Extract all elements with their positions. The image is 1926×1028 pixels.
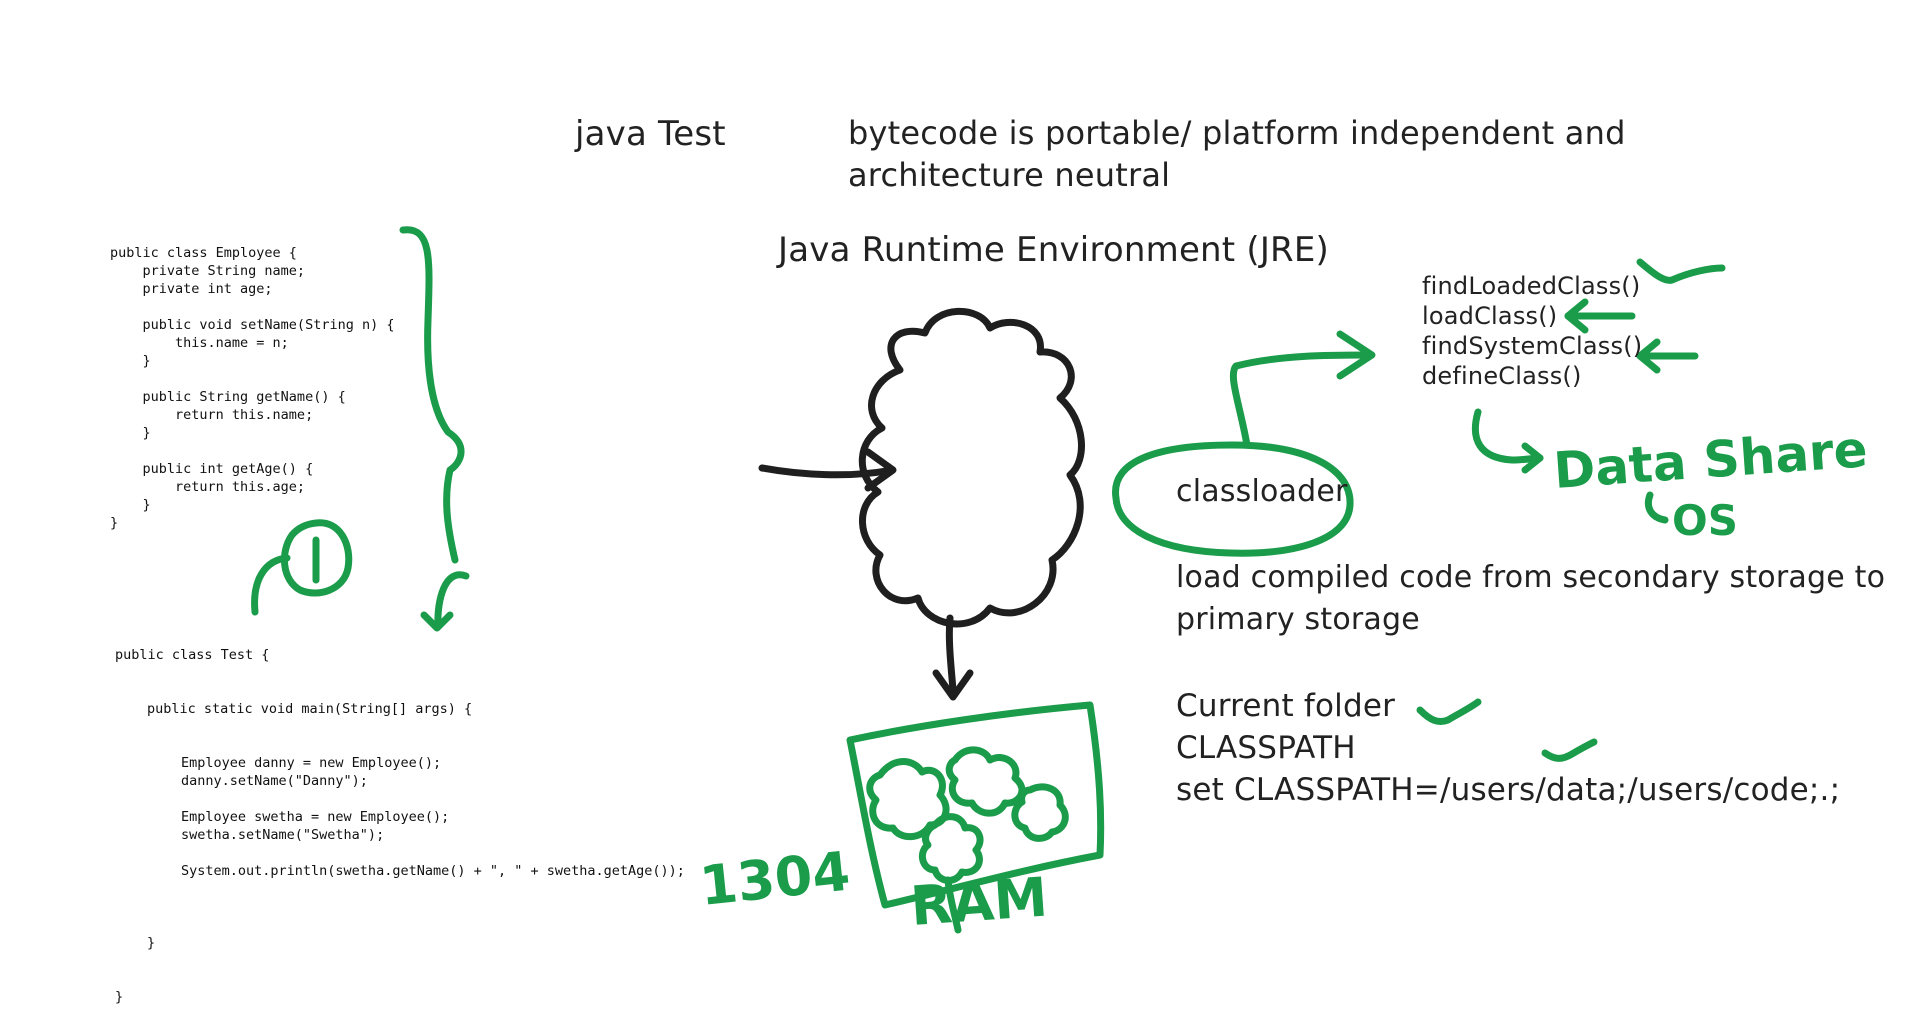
test-code-line	[181, 880, 685, 898]
data-share-scribble: Data Share	[1552, 420, 1869, 500]
employee-code-line: }	[110, 497, 151, 513]
employee-code-line: }	[110, 353, 151, 369]
test-class-declaration: public class Test {	[115, 647, 270, 663]
employee-code-line: private String name;	[110, 263, 306, 279]
set-classpath-note: set CLASSPATH=/users/data;/users/code;.;	[1176, 772, 1841, 808]
employee-code-line: return this.name;	[110, 407, 314, 423]
employee-code-line: this.name = n;	[110, 335, 289, 351]
employee-code-line: public String getName() {	[110, 389, 346, 405]
method-define-class: defineClass()	[1422, 362, 1582, 390]
java-test-command: java Test	[575, 114, 726, 154]
load-description-line-1: load compiled code from secondary storag…	[1176, 560, 1886, 595]
check-find-loaded	[1636, 258, 1726, 284]
employee-code-line: private int age;	[110, 281, 273, 297]
employee-code-line	[110, 298, 394, 316]
jre-heading: Java Runtime Environment (JRE)	[778, 230, 1330, 270]
employee-code-line: public int getAge() {	[110, 461, 314, 477]
test-code-line	[181, 790, 685, 808]
current-folder-note: Current folder	[1176, 688, 1396, 724]
test-class-close: }	[115, 989, 124, 1005]
method-find-system-class: findSystemClass()	[1422, 332, 1643, 360]
ram-scribble: RAM	[909, 866, 1050, 938]
test-code-line: Employee danny = new Employee();	[181, 755, 442, 771]
check-classpath	[1541, 738, 1598, 762]
os-hook	[1644, 491, 1669, 524]
object-blob-3	[1011, 783, 1069, 842]
employee-code-line: }	[110, 425, 151, 441]
classloader-label: classloader	[1176, 474, 1348, 509]
employee-code-line: public void setName(String n) {	[110, 317, 395, 333]
number-scribble: 1304	[697, 840, 853, 918]
object-blob-2	[945, 746, 1026, 817]
employee-class-code: public class Employee { private String n…	[110, 244, 394, 532]
employee-code-line: }	[110, 515, 119, 531]
main-method-declaration: public static void main(String[] args) {	[147, 701, 473, 717]
test-code-line	[181, 844, 685, 862]
test-code-line: System.out.println(swetha.getName() + ",…	[181, 863, 685, 879]
load-description-line-2: primary storage	[1176, 602, 1420, 637]
test-code-line: danny.setName("Danny");	[181, 773, 368, 789]
test-class-code: public class Test { public static void m…	[115, 610, 685, 1028]
employee-code-line	[110, 370, 394, 388]
test-code-line: swetha.setName("Swetha");	[181, 827, 385, 843]
employee-brace	[399, 226, 465, 564]
employee-code-line: return this.age;	[110, 479, 306, 495]
test-code-line: Employee swetha = new Employee();	[181, 809, 450, 825]
main-method-body: Employee danny = new Employee(); danny.se…	[115, 754, 685, 898]
classpath-note: CLASSPATH	[1176, 730, 1356, 766]
bytecode-note-line-1: bytecode is portable/ platform independe…	[848, 114, 1626, 152]
method-find-loaded-class: findLoadedClass()	[1422, 272, 1641, 300]
bytecode-note-line-2: architecture neutral	[848, 156, 1171, 194]
main-method-close: }	[147, 935, 156, 951]
employee-code-line: public class Employee {	[110, 245, 297, 261]
whiteboard-canvas: Data Share OS 1304 RAM java Test bytecod…	[0, 0, 1926, 1028]
check-current-folder	[1416, 698, 1482, 726]
method-load-class: loadClass()	[1422, 302, 1558, 330]
os-scribble: OS	[1672, 496, 1738, 545]
employee-code-line	[110, 442, 394, 460]
